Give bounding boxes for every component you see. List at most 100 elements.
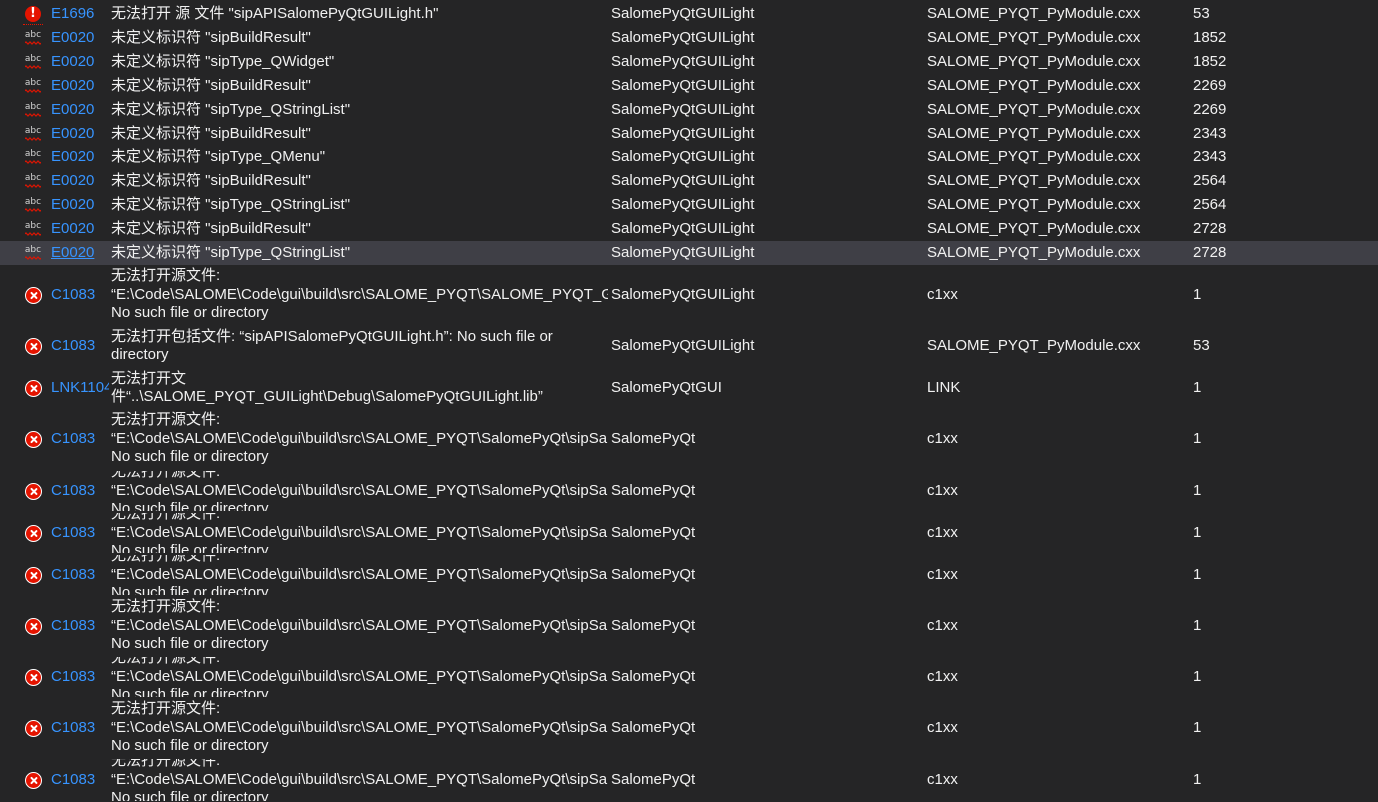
line-cell: 1 — [1193, 565, 1202, 583]
spellcheck-icon: abc — [24, 246, 42, 260]
error-code-cell[interactable]: E0020 — [51, 217, 109, 241]
error-row[interactable]: abc E0020 未定义标识符 "sipBuildResult" SalomePyQ… — [0, 122, 1378, 146]
error-code-cell[interactable]: C1083 — [51, 657, 109, 697]
error-row[interactable]: abc E0020 未定义标识符 "sipType_QMenu" SalomePyQt… — [0, 145, 1378, 169]
error-row[interactable]: C1083 无法打开源文件: “E:\Code\SALOME\Code\gui\b… — [0, 597, 1378, 655]
line-cell: 1 — [1193, 718, 1202, 736]
error-row[interactable]: abc E0020 未定义标识符 "sipBuildResult" SalomePyQ… — [0, 26, 1378, 50]
severity-cell — [22, 266, 44, 324]
project-cell: SalomePyQt — [611, 565, 696, 583]
error-code-link[interactable]: C1083 — [51, 524, 95, 543]
error-code-cell[interactable]: E0020 — [51, 98, 109, 122]
error-row[interactable]: abc E0020 未定义标识符 "sipBuildResult" SalomePyQ… — [0, 169, 1378, 193]
error-description: 未定义标识符 "sipType_QStringList" — [111, 100, 351, 118]
error-code-cell[interactable]: E0020 — [51, 50, 109, 74]
severity-cell — [22, 2, 44, 26]
file-cell: c1xx — [927, 718, 958, 736]
error-code-link[interactable]: E0020 — [51, 125, 94, 144]
error-code-cell[interactable]: C1083 — [51, 597, 109, 655]
error-code-link[interactable]: C1083 — [51, 566, 95, 585]
file-cell: SALOME_PYQT_PyModule.cxx — [927, 100, 1141, 118]
error-code-cell[interactable]: C1083 — [51, 471, 109, 511]
file-cell: c1xx — [927, 770, 958, 788]
error-code-cell[interactable]: C1083 — [51, 325, 109, 367]
error-row[interactable]: abc E0020 未定义标识符 "sipType_QStringList" Salo… — [0, 98, 1378, 122]
error-code-cell[interactable]: C1083 — [51, 759, 109, 801]
description-cell: 无法打开源文件: “E:\Code\SALOME\Code\gui\build\… — [111, 409, 608, 469]
description-cell: 未定义标识符 "sipBuildResult" — [111, 26, 608, 50]
line-cell: 1852 — [1193, 52, 1227, 70]
error-code-link[interactable]: E0020 — [51, 220, 94, 239]
error-code-link[interactable]: LNK1104 — [51, 379, 109, 398]
error-row[interactable]: abc E0020 未定义标识符 "sipType_QStringList" Salo… — [0, 193, 1378, 217]
project-cell: SalomePyQt — [611, 481, 696, 499]
error-description: 无法打开源文件: “E:\Code\SALOME\Code\gui\build\… — [111, 700, 608, 755]
error-code-cell[interactable]: C1083 — [51, 266, 109, 324]
error-code-link[interactable]: C1083 — [51, 482, 95, 501]
error-description: 未定义标识符 "sipType_QWidget" — [111, 52, 335, 70]
error-row[interactable]: abc E0020 未定义标识符 "sipBuildResult" SalomePyQ… — [0, 74, 1378, 98]
error-code-link[interactable]: C1083 — [51, 617, 95, 636]
error-row[interactable]: LNK1104 无法打开文件“..\SALOME_PYQT_GUILight\De… — [0, 367, 1378, 409]
error-code-link[interactable]: C1083 — [51, 286, 95, 305]
error-row[interactable]: E1696 无法打开 源 文件 "sipAPISalomePyQtGUILight… — [0, 2, 1378, 26]
description-cell: 无法打开源文件: “E:\Code\SALOME\Code\gui\build\… — [111, 471, 608, 511]
description-cell: 无法打开 源 文件 "sipAPISalomePyQtGUILight.h" — [111, 2, 608, 26]
error-code-cell[interactable]: E1696 — [51, 2, 109, 26]
error-code-cell[interactable]: E0020 — [51, 26, 109, 50]
line-cell: 1 — [1193, 616, 1202, 634]
error-row[interactable]: C1083 无法打开源文件: “E:\Code\SALOME\Code\gui\b… — [0, 409, 1378, 469]
error-row[interactable]: C1083 无法打开源文件: “E:\Code\SALOME\Code\gui\b… — [0, 555, 1378, 595]
error-description: 未定义标识符 "sipType_QMenu" — [111, 147, 326, 165]
error-code-link[interactable]: E0020 — [51, 101, 94, 120]
error-description: 无法打开源文件: “E:\Code\SALOME\Code\gui\build\… — [111, 598, 608, 653]
error-row[interactable]: C1083 无法打开源文件: “E:\Code\SALOME\Code\gui\b… — [0, 266, 1378, 324]
error-row[interactable]: C1083 无法打开源文件: “E:\Code\SALOME\Code\gui\b… — [0, 657, 1378, 697]
error-row[interactable]: abc E0020 未定义标识符 "sipType_QWidget" SalomePy… — [0, 50, 1378, 74]
error-code-link[interactable]: E0020 — [51, 196, 94, 215]
severity-cell: abc — [22, 145, 44, 169]
error-code-cell[interactable]: E0020 — [51, 145, 109, 169]
project-cell: SalomePyQtGUILight — [611, 171, 755, 189]
project-cell: SalomePyQtGUILight — [611, 336, 755, 354]
error-icon — [24, 524, 42, 542]
error-code-cell[interactable]: LNK1104 — [51, 367, 109, 409]
error-code-link[interactable]: E0020 — [51, 148, 94, 167]
severity-cell: abc — [22, 26, 44, 50]
error-row[interactable]: C1083 无法打开源文件: “E:\Code\SALOME\Code\gui\b… — [0, 699, 1378, 757]
error-code-link[interactable]: E0020 — [51, 53, 94, 72]
spellcheck-icon: abc — [24, 222, 42, 236]
error-description: 未定义标识符 "sipType_QStringList" — [111, 195, 351, 213]
error-code-link[interactable]: C1083 — [51, 430, 95, 449]
error-code-cell[interactable]: E0020 — [51, 122, 109, 146]
file-cell: SALOME_PYQT_PyModule.cxx — [927, 28, 1141, 46]
error-description: 未定义标识符 "sipBuildResult" — [111, 171, 311, 189]
error-code-cell[interactable]: E0020 — [51, 193, 109, 217]
error-code-cell[interactable]: C1083 — [51, 555, 109, 595]
error-code-link[interactable]: C1083 — [51, 719, 95, 738]
error-row[interactable]: C1083 无法打开源文件: “E:\Code\SALOME\Code\gui\b… — [0, 513, 1378, 553]
error-code-cell[interactable]: C1083 — [51, 513, 109, 553]
error-code-cell[interactable]: E0020 — [51, 169, 109, 193]
error-code-link[interactable]: E0020 — [51, 77, 94, 96]
error-code-link[interactable]: E0020 — [51, 29, 94, 48]
error-code-cell[interactable]: E0020 — [51, 74, 109, 98]
error-description: 无法打开源文件: “E:\Code\SALOME\Code\gui\build\… — [111, 411, 608, 466]
error-code-link[interactable]: E0020 — [51, 172, 94, 191]
error-code-link[interactable]: C1083 — [51, 668, 95, 687]
file-cell: c1xx — [927, 565, 958, 583]
error-code-link[interactable]: C1083 — [51, 771, 95, 790]
error-row[interactable]: C1083 无法打开源文件: “E:\Code\SALOME\Code\gui\b… — [0, 759, 1378, 801]
error-row[interactable]: C1083 无法打开包括文件: “sipAPISalomePyQtGUILight… — [0, 325, 1378, 367]
error-code-link[interactable]: E1696 — [51, 5, 94, 24]
error-code-cell[interactable]: C1083 — [51, 699, 109, 757]
error-row[interactable]: C1083 无法打开源文件: “E:\Code\SALOME\Code\gui\b… — [0, 471, 1378, 511]
error-row[interactable]: abc E0020 未定义标识符 "sipBuildResult" SalomePyQ… — [0, 217, 1378, 241]
error-row[interactable]: abc E0020 未定义标识符 "sipType_QStringList" Salo… — [0, 241, 1378, 265]
severity-cell — [22, 367, 44, 409]
file-cell: SALOME_PYQT_PyModule.cxx — [927, 171, 1141, 189]
error-code-link[interactable]: E0020 — [51, 244, 94, 263]
error-code-link[interactable]: C1083 — [51, 337, 95, 356]
error-code-cell[interactable]: E0020 — [51, 241, 109, 265]
error-code-cell[interactable]: C1083 — [51, 409, 109, 469]
